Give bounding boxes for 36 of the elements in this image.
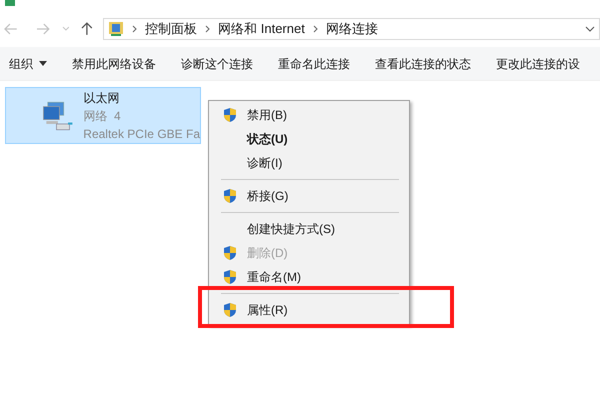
window-icon bbox=[4, 0, 16, 6]
back-arrow-icon[interactable] bbox=[4, 23, 18, 35]
shield-icon bbox=[223, 107, 237, 123]
toolbar-button[interactable]: 查看此连接的状态 bbox=[375, 54, 471, 72]
toolbar-button[interactable]: 组织 bbox=[9, 54, 47, 72]
menu-item[interactable]: 重命名(M) bbox=[211, 265, 407, 289]
shield-icon bbox=[223, 245, 237, 261]
toolbar-button[interactable]: 重命名此连接 bbox=[278, 54, 350, 72]
menu-item[interactable]: 创建快捷方式(S) bbox=[211, 217, 407, 241]
menu-item[interactable]: 属性(R) bbox=[211, 298, 407, 322]
adapter-name: Realtek PCIe GBE Fa bbox=[83, 126, 200, 142]
chevron-down-icon[interactable] bbox=[585, 26, 596, 32]
toolbar-button[interactable]: 诊断这个连接 bbox=[181, 54, 253, 72]
shield-icon bbox=[223, 269, 237, 285]
shield-icon bbox=[223, 302, 237, 318]
toolbar-button[interactable]: 禁用此网络设备 bbox=[72, 54, 156, 72]
breadcrumb[interactable]: 控制面板 bbox=[145, 19, 198, 39]
menu-item[interactable]: 桥接(G) bbox=[211, 184, 407, 208]
chevron-right-icon bbox=[312, 25, 318, 33]
network-name: 网络 4 bbox=[83, 108, 122, 124]
caret-icon bbox=[39, 61, 47, 66]
menu-item[interactable]: 状态(U) bbox=[211, 127, 407, 151]
chevron-right-icon bbox=[205, 25, 210, 33]
control-panel-icon bbox=[108, 21, 124, 37]
toolbar-button[interactable]: 更改此连接的设 bbox=[496, 54, 580, 72]
forward-arrow-icon[interactable] bbox=[36, 23, 50, 35]
address-bar[interactable]: 控制面板 网络和 Internet 网络连接 bbox=[103, 18, 600, 40]
shield-icon bbox=[223, 188, 237, 204]
connection-item[interactable]: 以太网 网络 4 Realtek PCIe GBE Fa bbox=[5, 87, 201, 144]
connection-name: 以太网 bbox=[83, 90, 120, 106]
chevron-right-icon bbox=[132, 25, 138, 33]
breadcrumb[interactable]: 网络连接 bbox=[326, 19, 378, 39]
up-arrow-icon[interactable] bbox=[81, 22, 94, 36]
breadcrumb[interactable]: 网络和 Internet bbox=[218, 19, 305, 39]
menu-item[interactable]: 诊断(I) bbox=[211, 151, 407, 175]
menu-item[interactable]: 禁用(B) bbox=[211, 103, 407, 127]
